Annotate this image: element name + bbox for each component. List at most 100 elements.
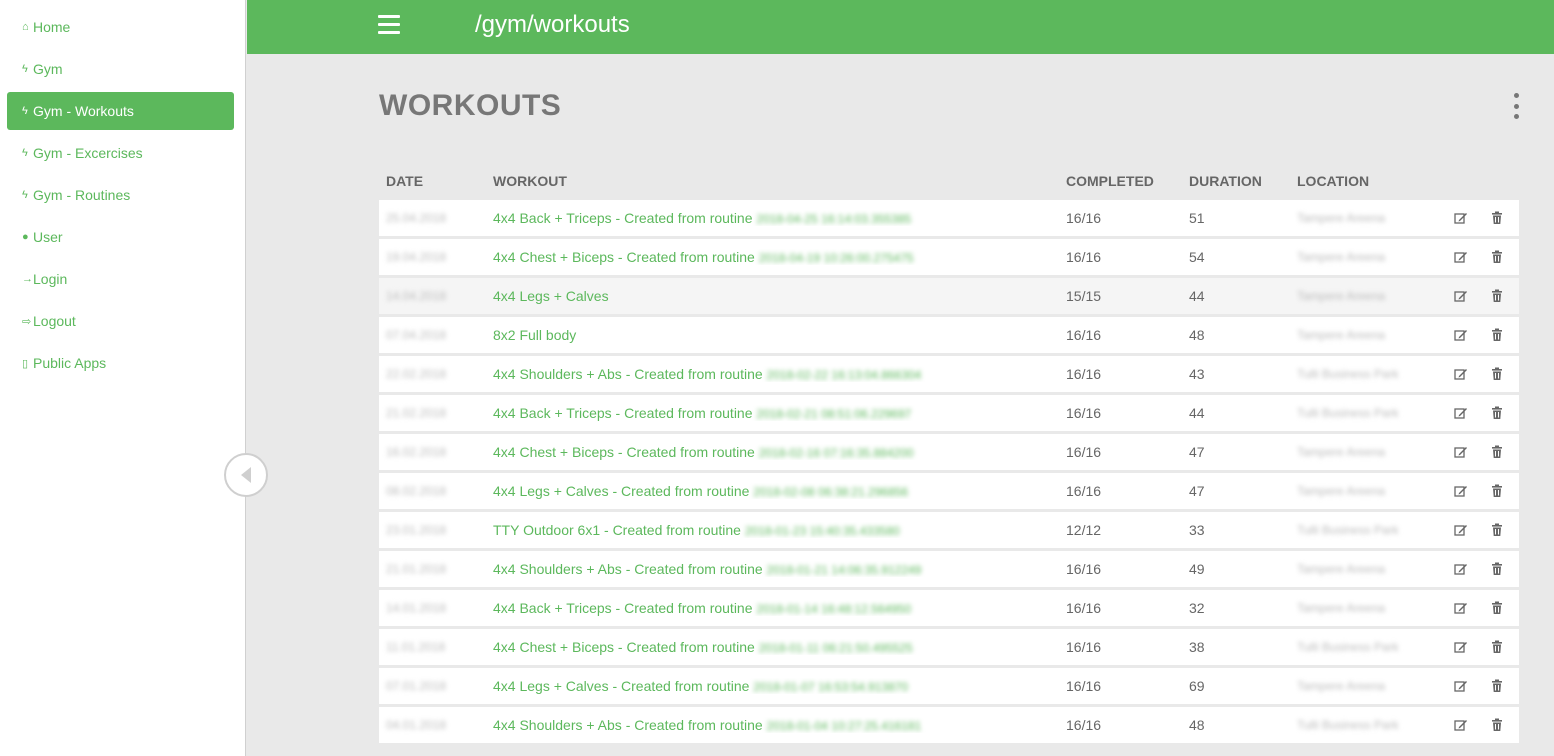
column-header-completed[interactable]: COMPLETED	[1059, 173, 1182, 189]
edit-icon[interactable]	[1454, 718, 1468, 732]
sidebar-item-gym[interactable]: ϟ Gym	[7, 50, 234, 88]
trash-icon[interactable]	[1490, 484, 1504, 498]
workout-created-timestamp: 2018-01-23 15:40:35.433580	[744, 524, 900, 538]
edit-icon[interactable]	[1454, 250, 1468, 264]
workout-duration: 69	[1189, 678, 1205, 694]
column-header-workout[interactable]: WORKOUT	[486, 173, 1059, 189]
trash-icon[interactable]	[1490, 211, 1504, 225]
sidebar-item-gym-workouts[interactable]: ϟ Gym - Workouts	[7, 92, 234, 130]
column-header-date[interactable]: DATE	[379, 173, 486, 189]
table-row[interactable]: 25.04.2018 4x4 Back + Triceps - Created f…	[379, 200, 1519, 236]
column-header-location[interactable]: LOCATION	[1290, 173, 1440, 189]
trash-icon[interactable]	[1490, 250, 1504, 264]
hamburger-menu-icon[interactable]	[378, 15, 400, 35]
workout-link[interactable]: 4x4 Back + Triceps - Created from routin…	[486, 210, 1059, 226]
trash-icon[interactable]	[1490, 523, 1504, 537]
workout-link[interactable]: 4x4 Shoulders + Abs - Created from routi…	[486, 717, 1059, 733]
edit-icon[interactable]	[1454, 445, 1468, 459]
workout-link[interactable]: 8x2 Full body	[486, 327, 1059, 343]
table-row[interactable]: 22.02.2018 4x4 Shoulders + Abs - Created …	[379, 356, 1519, 392]
workout-link[interactable]: 4x4 Legs + Calves - Created from routine…	[486, 483, 1059, 499]
edit-icon[interactable]	[1454, 328, 1468, 342]
workout-link[interactable]: 4x4 Chest + Biceps - Created from routin…	[486, 444, 1059, 460]
edit-icon[interactable]	[1454, 562, 1468, 576]
logout-icon: ⇨	[22, 315, 32, 328]
workout-completed: 16/16	[1066, 639, 1102, 655]
sidebar-item-label: User	[33, 229, 63, 245]
table-row[interactable]: 19.04.2018 4x4 Chest + Biceps - Created f…	[379, 239, 1519, 275]
trash-icon[interactable]	[1490, 601, 1504, 615]
workout-link[interactable]: 4x4 Shoulders + Abs - Created from routi…	[486, 561, 1059, 577]
edit-icon[interactable]	[1454, 640, 1468, 654]
table-row[interactable]: 11.01.2018 4x4 Chest + Biceps - Created f…	[379, 629, 1519, 665]
table-row[interactable]: 08.02.2018 4x4 Legs + Calves - Created fr…	[379, 473, 1519, 509]
edit-icon[interactable]	[1454, 523, 1468, 537]
edit-icon[interactable]	[1454, 406, 1468, 420]
edit-icon[interactable]	[1454, 601, 1468, 615]
trash-icon[interactable]	[1490, 640, 1504, 654]
workout-completed: 16/16	[1066, 561, 1102, 577]
workout-duration: 54	[1189, 249, 1205, 265]
workout-completed: 16/16	[1066, 444, 1102, 460]
workout-name: 8x2 Full body	[493, 327, 577, 343]
workout-location: Tampere Areena	[1297, 562, 1386, 576]
table-row[interactable]: 07.01.2018 4x4 Legs + Calves - Created fr…	[379, 668, 1519, 704]
workout-location: Tulli Business Park	[1297, 367, 1399, 381]
sidebar-item-user[interactable]: ● User	[7, 218, 234, 256]
workout-link[interactable]: 4x4 Legs + Calves	[486, 288, 1059, 304]
sidebar-item-home[interactable]: ⌂ Home	[7, 8, 234, 46]
sidebar-item-gym-routines[interactable]: ϟ Gym - Routines	[7, 176, 234, 214]
trash-icon[interactable]	[1490, 367, 1504, 381]
edit-icon[interactable]	[1454, 211, 1468, 225]
trash-icon[interactable]	[1490, 718, 1504, 732]
workout-link[interactable]: 4x4 Back + Triceps - Created from routin…	[486, 405, 1059, 421]
workout-created-timestamp: 2018-02-08 06:38:21.296856	[753, 485, 909, 499]
trash-icon[interactable]	[1490, 289, 1504, 303]
table-row[interactable]: 14.01.2018 4x4 Back + Triceps - Created f…	[379, 590, 1519, 626]
workout-completed: 16/16	[1066, 678, 1102, 694]
table-row[interactable]: 23.01.2018 TTY Outdoor 6x1 - Created from…	[379, 512, 1519, 548]
workout-link[interactable]: TTY Outdoor 6x1 - Created from routine 2…	[486, 522, 1059, 538]
trash-icon[interactable]	[1490, 406, 1504, 420]
trash-icon[interactable]	[1490, 445, 1504, 459]
workout-name: 4x4 Shoulders + Abs - Created from routi…	[493, 561, 763, 577]
edit-icon[interactable]	[1454, 484, 1468, 498]
trash-icon[interactable]	[1490, 328, 1504, 342]
workout-location: Tampere Areena	[1297, 211, 1386, 225]
table-row[interactable]: 16.02.2018 4x4 Chest + Biceps - Created f…	[379, 434, 1519, 470]
column-header-duration[interactable]: DURATION	[1182, 173, 1290, 189]
sidebar-item-public-apps[interactable]: ▯ Public Apps	[7, 344, 234, 382]
trash-icon[interactable]	[1490, 562, 1504, 576]
edit-icon[interactable]	[1454, 679, 1468, 693]
workout-name: 4x4 Back + Triceps - Created from routin…	[493, 405, 753, 421]
workout-link[interactable]: 4x4 Legs + Calves - Created from routine…	[486, 678, 1059, 694]
table-row[interactable]: 21.01.2018 4x4 Shoulders + Abs - Created …	[379, 551, 1519, 587]
workout-name: 4x4 Shoulders + Abs - Created from routi…	[493, 366, 763, 382]
workout-date: 04.01.2018	[386, 718, 447, 732]
edit-icon[interactable]	[1454, 367, 1468, 381]
edit-icon[interactable]	[1454, 289, 1468, 303]
workout-link[interactable]: 4x4 Shoulders + Abs - Created from routi…	[486, 366, 1059, 382]
table-row[interactable]: 21.02.2018 4x4 Back + Triceps - Created f…	[379, 395, 1519, 431]
workout-created-timestamp: 2018-04-19 10:26:00.275475	[758, 251, 914, 265]
sidebar-item-gym-excercises[interactable]: ϟ Gym - Excercises	[7, 134, 234, 172]
workout-link[interactable]: 4x4 Back + Triceps - Created from routin…	[486, 600, 1059, 616]
sidebar-collapse-button[interactable]	[224, 453, 268, 497]
table-row[interactable]: 14.04.2018 4x4 Legs + Calves 15/15 44 Tampe…	[379, 278, 1519, 314]
mobile-icon: ▯	[22, 357, 29, 370]
workout-link[interactable]: 4x4 Chest + Biceps - Created from routin…	[486, 249, 1059, 265]
sidebar-nav: ⌂ Home ϟ Gym ϟ Gym - Workouts ϟ Gym - Excercise…	[0, 0, 245, 382]
workout-duration: 48	[1189, 717, 1205, 733]
page-title: WORKOUTS	[379, 89, 562, 122]
table-row[interactable]: 07.04.2018 8x2 Full body 16/16 48 Tampere A…	[379, 317, 1519, 353]
workout-name: 4x4 Back + Triceps - Created from routin…	[493, 600, 753, 616]
workout-name: 4x4 Legs + Calves - Created from routine	[493, 483, 750, 499]
table-row[interactable]: 04.01.2018 4x4 Shoulders + Abs - Created …	[379, 707, 1519, 743]
workout-link[interactable]: 4x4 Chest + Biceps - Created from routin…	[486, 639, 1059, 655]
more-options-icon[interactable]	[1510, 93, 1522, 119]
sidebar-item-login[interactable]: → Login	[7, 260, 234, 298]
sidebar-item-logout[interactable]: ⇨ Logout	[7, 302, 234, 340]
workout-completed: 16/16	[1066, 249, 1102, 265]
trash-icon[interactable]	[1490, 679, 1504, 693]
route-path: /gym/workouts	[475, 11, 630, 38]
